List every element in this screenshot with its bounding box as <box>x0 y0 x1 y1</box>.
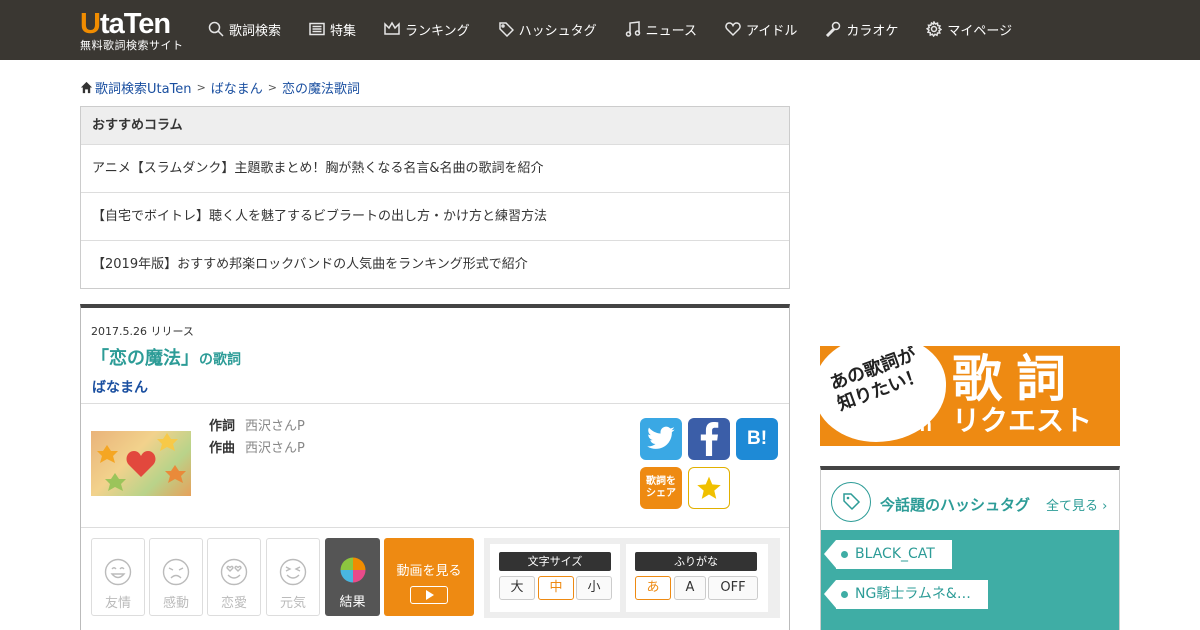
watch-video-button[interactable]: 動画を見る <box>384 538 474 616</box>
hatena-icon: B! <box>746 428 768 449</box>
utaten-logo[interactable]: UtaTen 無料歌詞検索サイト <box>80 9 190 53</box>
column-item[interactable]: 【2019年版】おすすめ邦楽ロックバンドの人気曲をランキング形式で紹介 <box>81 241 789 289</box>
furigana-off-option[interactable]: OFF <box>708 576 758 600</box>
breadcrumb-song-link[interactable]: 恋の魔法歌詞 <box>282 78 360 97</box>
nav-lyrics-search[interactable]: 歌詞検索 <box>208 19 281 39</box>
main-nav: 歌詞検索 特集 ランキング ハッシュタグ ニュース アイドル カラオケ マイペー… <box>208 19 1040 39</box>
hashtag-title: 今話題のハッシュタグ <box>880 496 1031 514</box>
facebook-share-button[interactable] <box>688 418 730 460</box>
font-size-small-option[interactable]: 小 <box>576 576 612 600</box>
gear-icon <box>926 21 943 37</box>
font-size-panel: 文字サイズ 大 中 小 <box>490 544 620 612</box>
lyrics-share-button[interactable]: 歌詞を シェア <box>640 467 682 509</box>
tag-icon <box>498 22 514 37</box>
hashtag-item[interactable]: BLACK_CAT <box>824 540 952 569</box>
breadcrumb-artist-link[interactable]: ばなまん <box>211 78 263 97</box>
furigana-hiragana-option[interactable]: あ <box>635 576 671 600</box>
song-title: 「恋の魔法」の歌詞 <box>91 348 241 369</box>
release-date: 2017.5.26 リリース <box>91 325 194 338</box>
nav-mypage[interactable]: マイページ <box>926 19 1012 39</box>
banner-subline: リクエスト <box>952 404 1093 437</box>
breadcrumb-home-link[interactable]: 歌詞検索UtaTen <box>95 78 192 97</box>
chevron-right-icon: › <box>1102 499 1108 514</box>
nav-idol[interactable]: アイドル <box>725 19 797 39</box>
column-item[interactable]: アニメ【スラムダンク】主題歌まとめ！胸が熱くなる名言&名曲の歌詞を紹介 <box>81 145 789 193</box>
emotion-energy-button[interactable]: 元気 <box>266 538 320 616</box>
divider <box>81 403 789 404</box>
font-size-large-option[interactable]: 大 <box>499 576 535 600</box>
column-item[interactable]: 【自宅でボイトレ】聴く人を魅了するビブラートの出し方・かけ方と練習方法 <box>81 193 789 241</box>
logo-wordmark: UtaTen <box>80 8 171 40</box>
microphone-icon <box>826 21 841 37</box>
play-icon <box>410 586 448 604</box>
nav-news[interactable]: ニュース <box>625 19 697 39</box>
heart-eyes-face-icon <box>220 558 248 586</box>
teary-face-icon <box>162 558 190 586</box>
grin-face-icon <box>279 558 307 586</box>
divider <box>81 527 789 528</box>
furigana-title: ふりがな <box>635 552 757 571</box>
hashtag-header: 今話題のハッシュタグ 全て見る › <box>821 470 1119 530</box>
furigana-alphabet-option[interactable]: A <box>674 576 706 600</box>
hashtag-item[interactable]: NG騎士ラムネ&… <box>824 580 988 609</box>
see-all-hashtags-link[interactable]: 全て見る › <box>1046 495 1107 514</box>
recommended-column-box: おすすめコラム アニメ【スラムダンク】主題歌まとめ！胸が熱くなる名言&名曲の歌詞… <box>80 106 790 289</box>
smile-face-icon <box>104 558 132 586</box>
lyrics-request-banner[interactable]: あの歌詞が 知りたい！ ♪ UtaTen 歌詞 リクエスト <box>820 346 1120 446</box>
nav-hashtag[interactable]: ハッシュタグ <box>498 19 597 39</box>
twitter-share-button[interactable] <box>640 418 682 460</box>
search-icon <box>208 21 224 37</box>
font-size-title: 文字サイズ <box>499 552 611 571</box>
favorite-button[interactable] <box>688 467 730 509</box>
emotion-love-button[interactable]: 恋愛 <box>207 538 261 616</box>
furigana-panel: ふりがな あ A OFF <box>626 544 768 612</box>
nav-ranking[interactable]: ランキング <box>384 19 470 39</box>
composer-name: 西沢さんP <box>245 441 305 456</box>
song-credits: 作詞 西沢さんP 作曲 西沢さんP <box>209 416 305 460</box>
site-header: UtaTen 無料歌詞検索サイト 歌詞検索 特集 ランキング ハッシュタグ ニュ… <box>0 0 1200 60</box>
hatena-bookmark-button[interactable]: B! <box>736 418 778 460</box>
composer-label: 作曲 <box>209 441 236 456</box>
trending-hashtags-box: 今話題のハッシュタグ 全て見る › BLACK_CAT NG騎士ラムネ&… <box>820 466 1120 630</box>
pie-chart-icon <box>340 557 365 583</box>
emotion-moved-button[interactable]: 感動 <box>149 538 203 616</box>
newspaper-icon <box>309 22 325 36</box>
breadcrumb-separator: > <box>196 81 206 94</box>
logo-tagline: 無料歌詞検索サイト <box>80 39 184 52</box>
banner-headline: 歌詞 <box>952 350 1080 408</box>
display-settings: 文字サイズ 大 中 小 ふりがな あ A OFF <box>484 538 780 618</box>
font-size-medium-option[interactable]: 中 <box>538 576 574 600</box>
crown-icon <box>384 21 400 35</box>
column-heading: おすすめコラム <box>81 107 789 145</box>
nav-karaoke[interactable]: カラオケ <box>825 19 898 39</box>
breadcrumb: 歌詞検索UtaTen > ばなまん > 恋の魔法歌詞 <box>80 78 360 97</box>
banner-logo: ♪ UtaTen <box>850 414 932 436</box>
song-thumbnail <box>91 431 191 496</box>
emotion-friendship-button[interactable]: 友情 <box>91 538 145 616</box>
artist-link[interactable]: ばなまん <box>92 377 148 397</box>
twitter-icon <box>647 426 675 449</box>
home-icon <box>80 81 93 94</box>
tag-circle-icon <box>831 482 871 522</box>
music-note-icon <box>625 21 640 37</box>
nav-features[interactable]: 特集 <box>309 19 356 39</box>
breadcrumb-separator: > <box>267 81 278 94</box>
lyricist-name: 西沢さんP <box>245 419 305 434</box>
emotion-result-button[interactable]: 結果 <box>325 538 380 616</box>
lyricist-label: 作詞 <box>209 419 236 434</box>
facebook-icon <box>700 422 719 456</box>
song-info-box: 2017.5.26 リリース 「恋の魔法」の歌詞 ばなまん 作詞 西沢さんP 作曲… <box>80 304 790 630</box>
hashtag-list: BLACK_CAT NG騎士ラムネ&… <box>821 530 1119 630</box>
star-icon <box>697 476 721 499</box>
heart-icon <box>725 22 741 37</box>
